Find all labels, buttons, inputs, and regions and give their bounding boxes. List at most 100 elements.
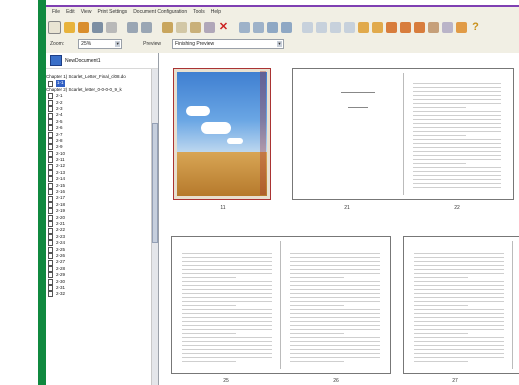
- text-line: [413, 107, 466, 108]
- text-line: [290, 337, 380, 338]
- text-line: [182, 261, 272, 262]
- menu-edit[interactable]: Edit: [66, 9, 75, 15]
- text-line: [413, 179, 501, 180]
- text-line: [413, 187, 501, 188]
- text-line: [414, 333, 468, 334]
- print-preview-icon[interactable]: [106, 22, 117, 33]
- menu-view[interactable]: View: [81, 9, 92, 15]
- cut-icon[interactable]: [162, 22, 173, 33]
- spread-25-26[interactable]: [171, 236, 391, 374]
- green-accent-bar: [38, 0, 46, 385]
- page-26-label: 26: [333, 378, 339, 384]
- page-icon: [48, 195, 53, 202]
- menu-tools[interactable]: Tools: [193, 9, 205, 15]
- page-layout-2-icon[interactable]: [253, 22, 264, 33]
- binding-icon[interactable]: [358, 22, 369, 33]
- imposition-2-icon[interactable]: [316, 22, 327, 33]
- preview-label: Preview: [143, 41, 161, 47]
- page-icon: [48, 272, 53, 279]
- move-icon[interactable]: [204, 22, 215, 33]
- tree-root[interactable]: NewDocument1: [46, 53, 158, 69]
- text-line: [182, 333, 236, 334]
- text-line: [413, 127, 501, 128]
- text-line: [182, 357, 272, 358]
- text-line: [182, 285, 272, 286]
- spread-27[interactable]: [403, 236, 519, 374]
- text-line: [182, 273, 272, 274]
- text-line: [413, 171, 501, 172]
- text-line: [290, 265, 380, 266]
- text-line: [182, 341, 272, 342]
- text-line: [290, 333, 344, 334]
- menu-help[interactable]: Help: [211, 9, 221, 15]
- menu-file[interactable]: File: [52, 9, 60, 15]
- menu-document-configuration[interactable]: Document Configuration: [133, 9, 187, 15]
- paste-icon[interactable]: [190, 22, 201, 33]
- text-line: [182, 361, 236, 362]
- menu-print-settings[interactable]: Print Settings: [97, 9, 127, 15]
- page-icon: [48, 259, 53, 266]
- text-line: [414, 305, 468, 306]
- text-line: [413, 87, 501, 88]
- tree-item-label: 2-32: [56, 291, 66, 297]
- text-line: [290, 329, 380, 330]
- text-line: [182, 325, 272, 326]
- undo-icon[interactable]: [127, 22, 138, 33]
- spread-21-22[interactable]: [292, 68, 514, 200]
- help-icon[interactable]: ?: [470, 22, 481, 33]
- page-icon: [48, 176, 53, 183]
- binding-2-icon[interactable]: [372, 22, 383, 33]
- imposition-3-icon[interactable]: [330, 22, 341, 33]
- save-icon[interactable]: [78, 22, 89, 33]
- text-line: [414, 349, 504, 350]
- page-layout-3-icon[interactable]: [267, 22, 278, 33]
- page-icon: [48, 208, 53, 215]
- zoom-select[interactable]: 25% ▼: [78, 39, 123, 49]
- text-line: [182, 313, 272, 314]
- stamp-icon[interactable]: [442, 22, 453, 33]
- finishing-2-icon[interactable]: [400, 22, 411, 33]
- text-line: [290, 253, 380, 254]
- finishing-4-icon[interactable]: [428, 22, 439, 33]
- preview-select[interactable]: Finishing Preview ▼: [171, 39, 284, 49]
- settings-icon[interactable]: [456, 22, 467, 33]
- text-line: [182, 277, 236, 278]
- text-line: [414, 257, 504, 258]
- text-line: [414, 341, 504, 342]
- tree-item[interactable]: 2-32: [46, 291, 158, 298]
- text-line: [182, 321, 272, 322]
- page-icon: [48, 131, 53, 138]
- text-line: [414, 337, 504, 338]
- page-icon: [48, 291, 53, 298]
- text-line: [414, 293, 504, 294]
- imposition-4-icon[interactable]: [344, 22, 355, 33]
- tree-scrollbar[interactable]: [151, 69, 158, 385]
- text-line: [290, 345, 380, 346]
- text-line: [290, 293, 380, 294]
- page-icon: [48, 265, 53, 272]
- text-line: [290, 301, 380, 302]
- page-layout-icon[interactable]: [239, 22, 250, 33]
- text-line: [182, 349, 272, 350]
- page-layout-4-icon[interactable]: [281, 22, 292, 33]
- text-line: [414, 321, 504, 322]
- new-icon[interactable]: [48, 21, 61, 34]
- text-line: [414, 285, 504, 286]
- tree-scroll-thumb[interactable]: [152, 123, 158, 243]
- delete-icon[interactable]: ✕: [218, 22, 229, 33]
- text-line: [413, 139, 501, 140]
- page-icon: [48, 246, 53, 253]
- finishing-icon[interactable]: [386, 22, 397, 33]
- text-line: [413, 155, 501, 156]
- finishing-3-icon[interactable]: [414, 22, 425, 33]
- text-line: [413, 163, 466, 164]
- redo-icon[interactable]: [141, 22, 152, 33]
- copy-icon[interactable]: [176, 22, 187, 33]
- print-icon[interactable]: [92, 22, 103, 33]
- cover-page-thumbnail[interactable]: [173, 68, 271, 200]
- tree-root-label: NewDocument1: [65, 57, 101, 64]
- text-line: [413, 103, 501, 104]
- open-icon[interactable]: [64, 22, 75, 33]
- text-line: [414, 289, 504, 290]
- imposition-icon[interactable]: [302, 22, 313, 33]
